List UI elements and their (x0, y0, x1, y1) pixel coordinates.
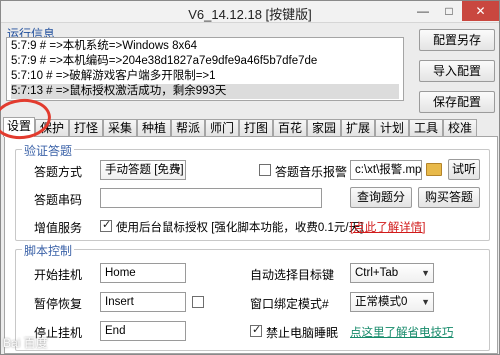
auto-target-select[interactable]: Ctrl+Tab ▼ (350, 263, 434, 283)
tab-flowers[interactable]: 百花 (273, 119, 307, 136)
listen-button[interactable]: 试听 (448, 159, 480, 180)
title-bar[interactable]: V6_14.12.18 [按键版] — □ ✕ (1, 1, 499, 23)
start-hotkey-field[interactable]: Home (100, 263, 186, 283)
tab-fight[interactable]: 打怪 (69, 119, 103, 136)
start-label: 开始挂机 (34, 268, 83, 282)
settings-panel: 验证答题 答题方式 手动答题 [免费] ▼ 答题音乐报警 c:\xt\报警.mp… (4, 136, 498, 354)
log-line: 5:7:9 # =>本机系统=>Windows 8x64 (11, 40, 198, 52)
tab-map[interactable]: 打图 (239, 119, 273, 136)
watermark-logo: Bai 百度 (3, 336, 48, 350)
tab-tools[interactable]: 工具 (409, 119, 443, 136)
mouse-auth-checkbox[interactable] (100, 218, 112, 232)
tab-extend[interactable]: 扩展 (341, 119, 375, 136)
log-line: 5:7:9 # =>本机编码=>204e38d1827a7e9dfe9a46f5… (11, 55, 318, 67)
music-alarm-checkbox[interactable] (259, 164, 271, 176)
alarm-file-field[interactable]: c:\xt\报警.mp3 (350, 160, 422, 180)
verify-group: 验证答题 答题方式 手动答题 [免费] ▼ 答题音乐报警 c:\xt\报警.mp… (15, 142, 490, 241)
mouse-auth-label: 使用后台鼠标授权 [强化脚本功能，收费0.1元/天] (116, 222, 364, 234)
power-saving-link[interactable]: 点这里了解省电技巧 (350, 324, 454, 340)
pause-hotkey-field[interactable]: Insert (100, 292, 186, 312)
no-sleep-label: 禁止电脑睡眠 (266, 326, 339, 340)
bind-mode-value: 正常模式0 (355, 296, 408, 308)
value-service-label: 增值服务 (34, 221, 83, 235)
answer-method-value: 手动答题 [免费] (105, 164, 184, 176)
tab-bar: 设置 保护 打怪 采集 种植 帮派 师门 打图 百花 家园 扩展 计划 工具 校… (3, 117, 499, 137)
pause-label: 暂停恢复 (34, 297, 83, 311)
maximize-button[interactable]: □ (435, 1, 463, 21)
import-config-button[interactable]: 导入配置 (419, 60, 495, 82)
tab-sect[interactable]: 师门 (205, 119, 239, 136)
auto-target-label: 自动选择目标键 (250, 268, 335, 282)
answer-code-label: 答题串码 (34, 193, 83, 207)
bind-mode-select[interactable]: 正常模式0 ▼ (350, 292, 434, 312)
folder-icon[interactable] (426, 163, 442, 176)
no-sleep-checkbox[interactable] (250, 323, 262, 337)
stop-hotkey-field[interactable]: End (100, 321, 186, 341)
auto-target-value: Ctrl+Tab (355, 267, 399, 279)
details-link[interactable]: [点此了解详情] (350, 219, 425, 235)
tab-plan[interactable]: 计划 (375, 119, 409, 136)
log-line: 5:7:10 # =>破解游戏客户端多开限制=>1 (11, 70, 216, 82)
minimize-button[interactable]: — (409, 1, 437, 21)
log-line: 5:7:13 # =>鼠标授权激活成功，剩余993天 (11, 84, 399, 99)
tab-guild[interactable]: 帮派 (171, 119, 205, 136)
tab-gather[interactable]: 采集 (103, 119, 137, 136)
save-config-button[interactable]: 保存配置 (419, 91, 495, 113)
bind-mode-label: 窗口绑定模式# (250, 297, 329, 311)
app-window: V6_14.12.18 [按键版] — □ ✕ 运行信息 5:7:9 # =>本… (0, 0, 500, 355)
close-button[interactable]: ✕ (462, 1, 499, 21)
chevron-down-icon: ▼ (173, 165, 182, 175)
query-score-button[interactable]: 查询题分 (350, 187, 412, 208)
chevron-down-icon: ▼ (421, 297, 430, 307)
tab-home[interactable]: 家园 (307, 119, 341, 136)
tab-calibrate[interactable]: 校准 (443, 119, 477, 136)
script-control-group: 脚本控制 开始挂机 Home 自动选择目标键 Ctrl+Tab ▼ 暂停恢复 I… (15, 242, 490, 351)
answer-method-label: 答题方式 (34, 165, 83, 179)
save-as-config-button[interactable]: 配置另存 (419, 29, 495, 51)
answer-method-select[interactable]: 手动答题 [免费] ▼ (100, 160, 186, 180)
buy-answer-button[interactable]: 购买答题 (418, 187, 480, 208)
chevron-down-icon: ▼ (421, 268, 430, 278)
tab-plant[interactable]: 种植 (137, 119, 171, 136)
music-alarm-label: 答题音乐报警 (275, 165, 348, 179)
log-box[interactable]: 5:7:9 # =>本机系统=>Windows 8x64 5:7:9 # =>本… (6, 37, 404, 101)
verify-group-title: 验证答题 (22, 142, 75, 159)
script-group-title: 脚本控制 (22, 242, 75, 259)
pause-option-checkbox[interactable] (192, 296, 204, 308)
answer-code-field[interactable] (100, 188, 322, 208)
